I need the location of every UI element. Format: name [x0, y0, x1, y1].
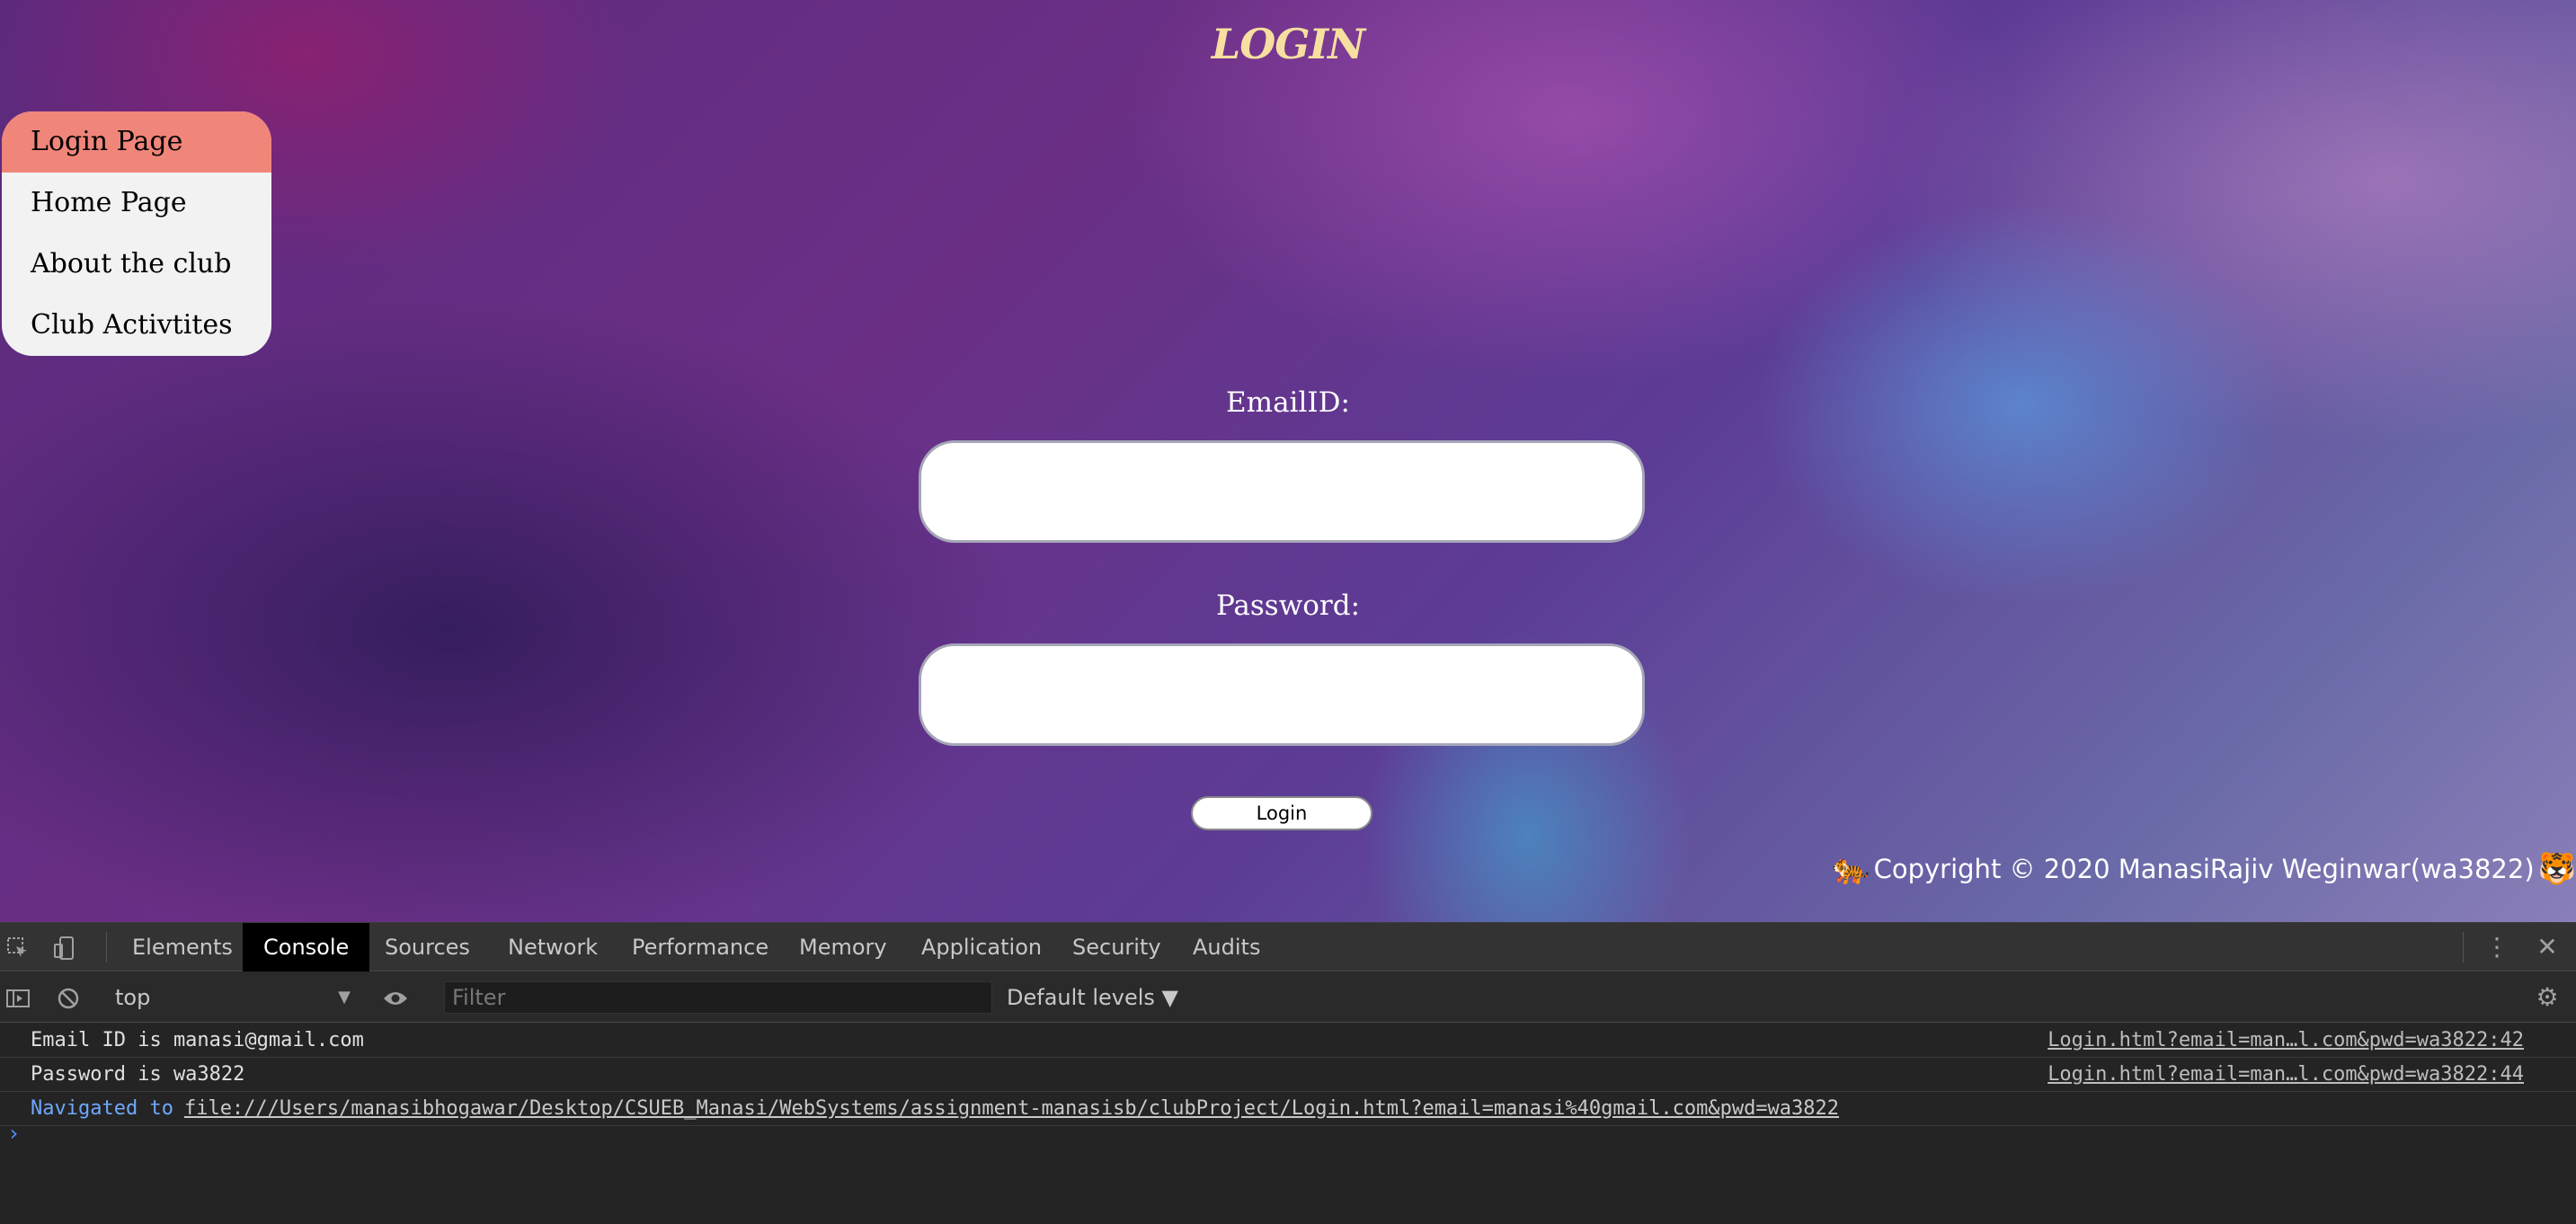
nav-item-club-activities[interactable]: Club Activtites	[2, 295, 271, 356]
console-message-text: Password is wa3822	[31, 1063, 245, 1086]
tabbar-separator-right	[2463, 932, 2464, 962]
dropdown-arrow-icon: ▼	[338, 988, 351, 1007]
nav-item-home-page[interactable]: Home Page	[2, 173, 271, 234]
tab-memory[interactable]: Memory	[778, 923, 908, 971]
device-toolbar-icon[interactable]	[47, 923, 83, 971]
console-source-link[interactable]: Login.html?email=man…l.com&pwd=wa3822:44	[2047, 1058, 2524, 1092]
tab-application[interactable]: Application	[901, 923, 1062, 971]
navigation-text: Navigated to file:///Users/manasibhogawar…	[31, 1092, 1839, 1126]
tab-network[interactable]: Network	[487, 923, 618, 971]
page-viewport: LOGIN Login Page Home Page About the clu…	[0, 0, 2576, 922]
context-value: top	[115, 985, 151, 1010]
more-options-icon[interactable]: ⋮	[2479, 923, 2515, 971]
log-levels-dropdown[interactable]: Default levels ▼	[1007, 972, 1178, 1023]
console-source-link[interactable]: Login.html?email=man…l.com&pwd=wa3822:42	[2047, 1024, 2524, 1058]
navigation-url-link[interactable]: file:///Users/manasibhogawar/Desktop/CSU…	[184, 1097, 1839, 1120]
copyright-text: Copyright © 2020 ManasiRajiv Weginwar(wa…	[1873, 854, 2535, 884]
inspect-element-icon[interactable]	[0, 923, 36, 971]
devtools-tabbar: Elements Console Sources Network Perform…	[0, 923, 2576, 971]
nav-item-about-club[interactable]: About the club	[2, 234, 271, 295]
tiger-icon: 🐅	[1832, 851, 1870, 887]
nav-menu: Login Page Home Page About the club Club…	[2, 111, 271, 356]
password-field[interactable]	[919, 643, 1645, 746]
tab-console[interactable]: Console	[243, 923, 370, 971]
email-field[interactable]	[919, 440, 1645, 543]
tab-elements[interactable]: Elements	[111, 923, 253, 971]
page-title: LOGIN	[1211, 20, 1365, 68]
tab-performance[interactable]: Performance	[611, 923, 789, 971]
context-select[interactable]: top ▼	[115, 983, 351, 1012]
tab-sources[interactable]: Sources	[364, 923, 491, 971]
console-message-text: Email ID is manasi@gmail.com	[31, 1029, 364, 1051]
clear-console-icon[interactable]	[50, 972, 86, 1023]
filter-input[interactable]	[444, 981, 992, 1014]
tab-audits[interactable]: Audits	[1172, 923, 1281, 971]
password-label: Password:	[1215, 590, 1361, 622]
live-expression-eye-icon[interactable]	[378, 972, 413, 1023]
tab-security[interactable]: Security	[1052, 923, 1182, 971]
nav-item-login-page[interactable]: Login Page	[2, 111, 271, 173]
console-message: Email ID is manasi@gmail.com Login.html?…	[0, 1024, 2576, 1058]
sidebar-toggle-icon[interactable]	[0, 972, 36, 1023]
close-icon[interactable]: ✕	[2529, 923, 2565, 971]
settings-gear-icon[interactable]: ⚙	[2529, 972, 2565, 1023]
email-label: EmailID:	[1226, 386, 1350, 419]
devtools-panel: Elements Console Sources Network Perform…	[0, 922, 2576, 1224]
console-toolbar: top ▼ Default levels ▼ ⚙	[0, 972, 2576, 1023]
console-navigation-message: Navigated to file:///Users/manasibhogawar…	[0, 1092, 2576, 1126]
tabbar-separator	[106, 932, 107, 962]
login-button[interactable]: Login	[1191, 796, 1372, 830]
navigated-to-label: Navigated to	[31, 1097, 173, 1120]
console-message: Password is wa3822 Login.html?email=man……	[0, 1058, 2576, 1092]
console-prompt-icon[interactable]: ›	[7, 1121, 20, 1146]
tiger-face-icon: 🐯	[2537, 851, 2576, 887]
copyright-footer: 🐅 Copyright © 2020 ManasiRajiv Weginwar(…	[1832, 847, 2576, 891]
